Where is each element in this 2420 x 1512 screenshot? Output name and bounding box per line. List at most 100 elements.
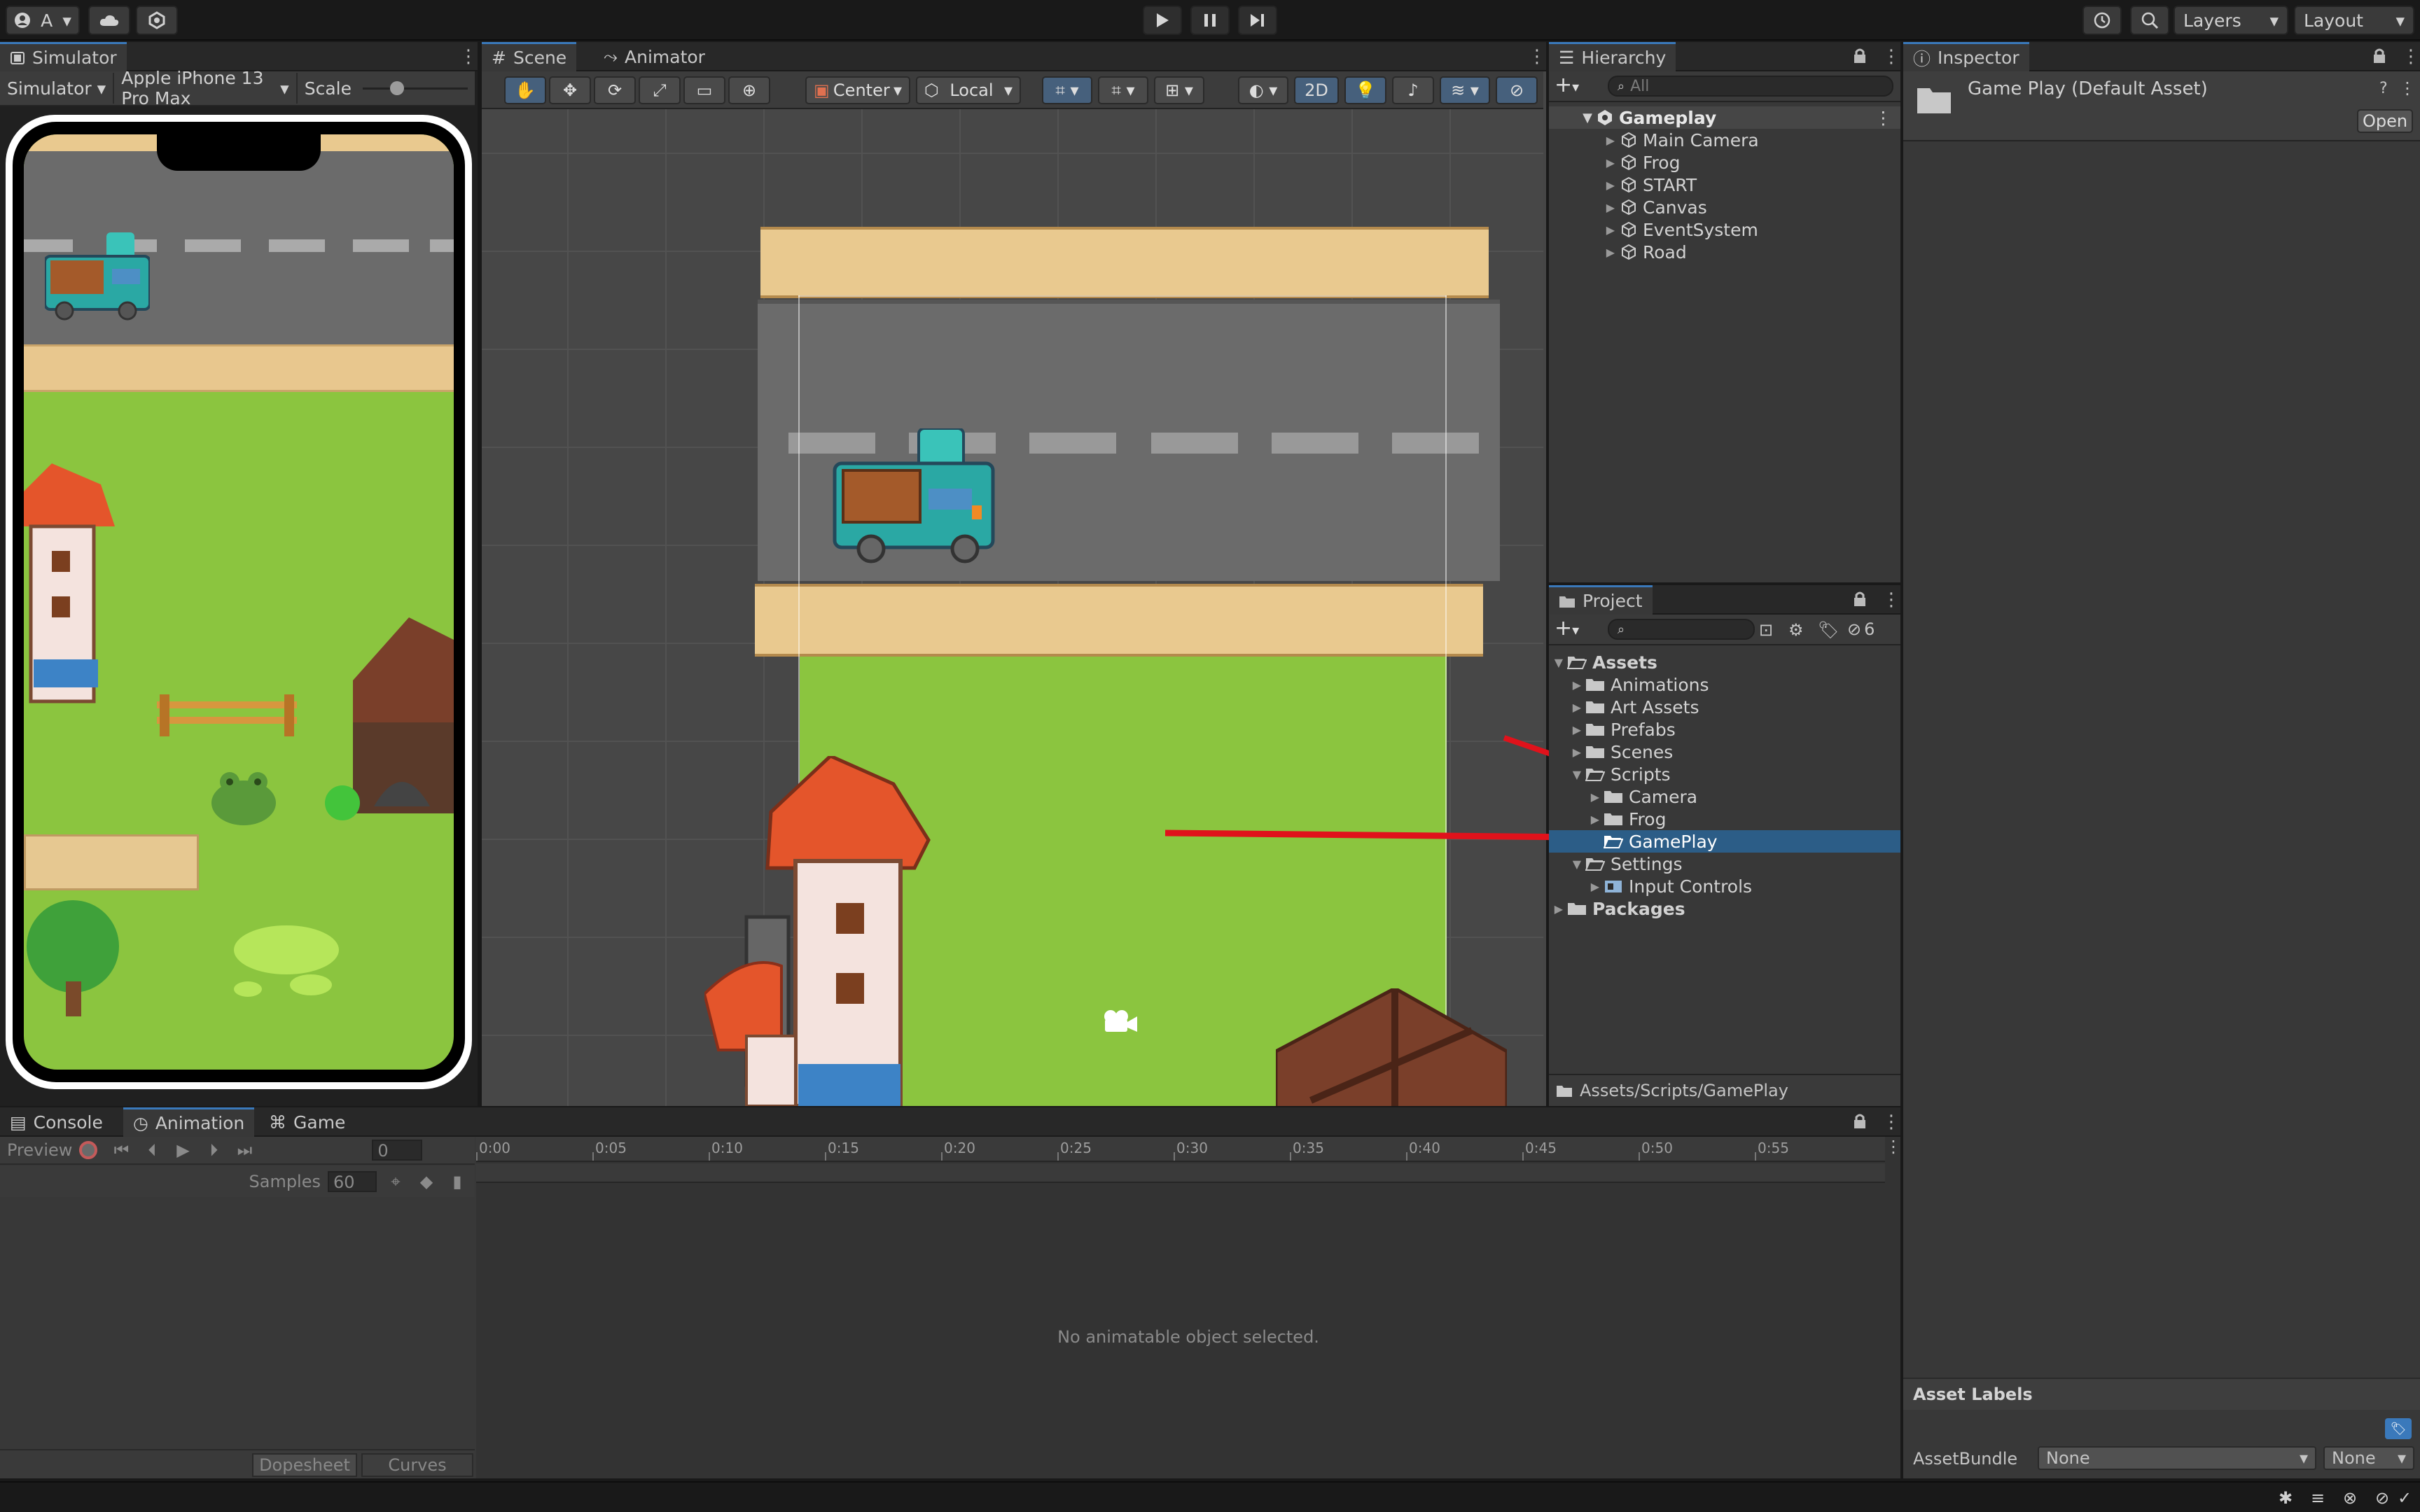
scene-visibility-button[interactable]: ⊘ [1496,76,1538,104]
frame-field[interactable]: 0 [372,1140,423,1161]
pivot-dropdown[interactable]: ▣ Center ▾ [805,76,910,104]
progress-icon[interactable]: ≡ [2311,1488,2332,1508]
tab-simulator[interactable]: Simulator [0,42,127,71]
project-tree-item[interactable]: ▶ Packages [1549,897,1900,920]
scale-tool-button[interactable]: ⤢ [639,76,681,104]
assetbundle-dropdown[interactable]: None ▾ [2038,1446,2316,1470]
transform-tool-button[interactable]: ⊕ [728,76,770,104]
timeline-ruler[interactable]: 0:00 0:05 0:10 0:15 0:20 0:25 0:30 0:35 0:40 0:45… [476,1137,1885,1162]
add-button[interactable]: +▾ [1555,75,1597,97]
kebab-menu-icon[interactable]: ⋮ [459,46,478,67]
expand-arrow-icon[interactable]: ▼ [1549,858,1585,871]
search-by-type-icon[interactable]: ⊡ [1759,620,1781,640]
kebab-menu-icon[interactable]: ⋮ [1885,1137,1902,1162]
lock-icon[interactable] [1853,1113,1870,1131]
space-dropdown[interactable]: ⬡ Local ▾ [916,76,1021,104]
cloud-button[interactable] [88,6,130,35]
next-keyframe-icon[interactable]: ⏵ [198,1140,229,1160]
tab-inspector[interactable]: ⓘ Inspector [1903,42,2029,71]
lighting-button[interactable]: 💡 [1344,76,1386,104]
expand-arrow-icon[interactable]: ▶ [1549,178,1620,192]
lock-icon[interactable] [2372,48,2389,66]
game-viewport[interactable] [24,134,454,1070]
expand-arrow-icon[interactable]: ▶ [1549,746,1585,759]
first-keyframe-icon[interactable]: ⏮ [106,1140,137,1160]
mode-2d-button[interactable]: 2D [1294,76,1339,104]
tab-game[interactable]: ⌘ Game [259,1107,355,1137]
project-tree-item[interactable]: ▶ Scenes [1549,741,1900,763]
kebab-menu-icon[interactable]: ⋮ [2399,78,2416,98]
kebab-menu-icon[interactable]: ⋮ [1528,46,1546,67]
hand-tool-button[interactable]: ✋ [504,76,546,104]
camera-gizmo-icon[interactable] [1101,1008,1139,1036]
add-keyframe-icon[interactable]: ⌖ [384,1172,408,1191]
rotate-tool-button[interactable]: ⟳ [594,76,636,104]
hierarchy-root[interactable]: ▼ Gameplay ⋮ [1549,106,1900,129]
hidden-packages-toggle[interactable]: ⊘ 6 [1847,619,1896,640]
bug-icon[interactable]: ✱ [2279,1488,2300,1508]
samples-field[interactable]: 60 [328,1171,377,1192]
open-button[interactable]: Open [2357,109,2413,133]
record-icon[interactable] [79,1141,98,1159]
expand-arrow-icon[interactable]: ▼ [1549,768,1585,781]
expand-arrow-icon[interactable]: ▶ [1549,790,1604,804]
layout-dropdown[interactable]: Layout ▾ [2294,6,2414,35]
kebab-menu-icon[interactable]: ⋮ [1882,46,1900,67]
account-dropdown[interactable]: A ▾ [6,6,80,35]
help-icon[interactable]: ? [2379,80,2388,97]
project-tree-item[interactable]: ▶ Camera [1549,785,1900,808]
search-button[interactable] [2130,6,2169,35]
label-icon[interactable]: 🏷 [1818,620,1840,640]
collab-button[interactable] [136,6,178,35]
tab-animator[interactable]: ⤳ Animator [594,42,715,71]
simulator-mode-dropdown[interactable]: Simulator ▾ [0,73,115,104]
tab-hierarchy[interactable]: ☰ Hierarchy [1549,42,1676,71]
hierarchy-item[interactable]: ▶ EventSystem [1549,218,1900,241]
history-button[interactable] [2082,6,2122,35]
hierarchy-search[interactable]: ⌕ All [1608,76,1893,97]
expand-arrow-icon[interactable]: ▶ [1549,701,1585,714]
expand-arrow-icon[interactable]: ▶ [1549,201,1620,214]
curves-button[interactable]: Curves [361,1453,473,1477]
kebab-menu-icon[interactable]: ⋮ [1882,1112,1900,1133]
project-tree-item[interactable]: GamePlay [1549,830,1900,853]
expand-arrow-icon[interactable]: ▶ [1549,156,1620,169]
hierarchy-item[interactable]: ▶ Main Camera [1549,129,1900,151]
check-icon[interactable]: ✓ [2398,1488,2419,1508]
lock-icon[interactable] [1853,591,1870,609]
expand-arrow-icon[interactable]: ▼ [1549,656,1567,669]
tag-icon[interactable]: 🏷 [2385,1418,2412,1439]
hierarchy-item[interactable]: ▶ Frog [1549,151,1900,174]
project-tree-item[interactable]: ▼ Assets [1549,651,1900,673]
expand-arrow-icon[interactable]: ▶ [1549,223,1620,237]
grid-visibility-button[interactable]: ⌗ ▾ [1098,76,1148,104]
event-track[interactable] [476,1163,1885,1183]
grid-snap-button[interactable]: ⌗ ▾ [1042,76,1092,104]
device-dropdown[interactable]: Apple iPhone 13 Pro Max ▾ [114,68,298,108]
expand-arrow-icon[interactable]: ▶ [1549,723,1585,736]
filter-icon[interactable]: ⚙ [1788,620,1811,640]
expand-arrow-icon[interactable]: ▶ [1549,134,1620,147]
tab-scene[interactable]: # Scene [482,42,577,71]
scale-slider[interactable] [363,81,468,95]
project-tree-item[interactable]: ▼ Scripts [1549,763,1900,785]
draw-mode-button[interactable]: ◐ ▾ [1238,76,1288,104]
tab-project[interactable]: Project [1549,585,1653,615]
play-button[interactable] [1143,6,1182,35]
expand-arrow-icon[interactable]: ▶ [1549,902,1567,916]
project-tree-item[interactable]: ▶ Input Controls [1549,875,1900,897]
lighting-status-icon[interactable]: ⊘ [2375,1488,2396,1508]
increment-snap-button[interactable]: ⊞ ▾ [1154,76,1204,104]
pause-button[interactable] [1190,6,1230,35]
timeline-area[interactable]: 0:00 0:05 0:10 0:15 0:20 0:25 0:30 0:35 0:40 0:45… [476,1137,1902,1478]
move-tool-button[interactable]: ✥ [549,76,591,104]
project-search[interactable]: ⌕ [1608,619,1755,640]
tab-animation[interactable]: ◷ Animation [123,1107,255,1137]
kebab-menu-icon[interactable]: ⋮ [1882,589,1900,610]
project-tree-item[interactable]: ▶ Animations [1549,673,1900,696]
expand-arrow-icon[interactable]: ▶ [1549,246,1620,259]
step-button[interactable] [1238,6,1277,35]
rect-tool-button[interactable]: ▭ [683,76,725,104]
event-marker-icon[interactable]: ▮ [445,1172,469,1191]
layers-dropdown[interactable]: Layers ▾ [2174,6,2288,35]
